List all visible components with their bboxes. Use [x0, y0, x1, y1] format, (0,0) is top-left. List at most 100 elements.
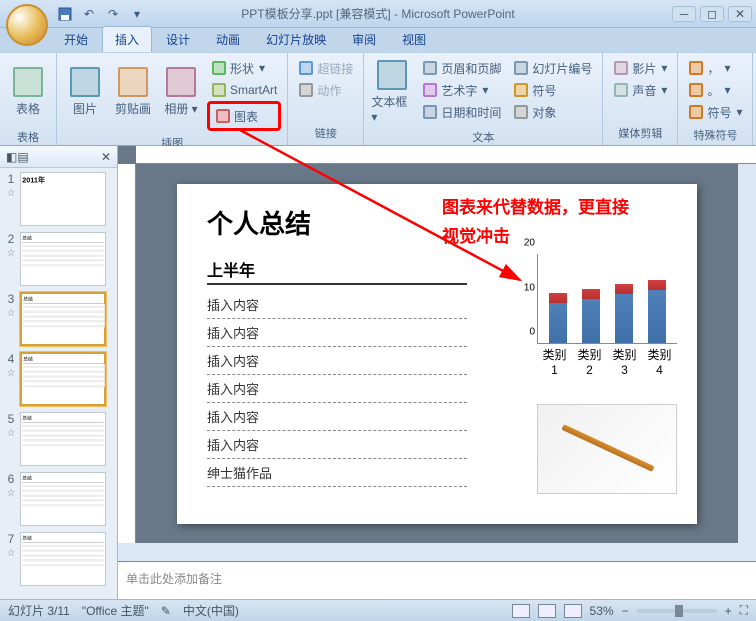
slide-section[interactable]: 上半年 — [207, 257, 467, 285]
slidenum-button[interactable]: 幻灯片编号 — [509, 57, 596, 79]
thumbnail-6[interactable]: 总结 — [20, 472, 106, 526]
comma-button[interactable]: ，▾ — [684, 57, 746, 79]
thumbnail-4[interactable]: 总结 — [20, 352, 106, 406]
textbox-button[interactable]: 文本框 ▾ — [370, 57, 414, 125]
period-button[interactable]: 。▾ — [684, 79, 746, 101]
tab-animations[interactable]: 动画 — [204, 27, 252, 52]
save-icon[interactable] — [56, 5, 74, 23]
slide-thumbnails-panel: ◧▤✕ 1☆2011年2☆总结3☆总结4☆总结5☆总结6☆总结7☆总结 — [0, 146, 118, 599]
window-title: PPT模板分享.ppt [兼容模式] - Microsoft PowerPoin… — [241, 5, 514, 22]
smartart-icon — [211, 82, 227, 98]
comma-icon — [688, 60, 704, 76]
status-bar: 幻灯片 3/11 "Office 主题" ✎ 中文(中国) 53% − + ⛶ — [0, 599, 756, 621]
table-button[interactable]: 表格 — [6, 57, 50, 125]
notes-pane[interactable]: 单击此处添加备注 — [118, 561, 756, 599]
clipart-button[interactable]: 剪贴画 — [111, 57, 155, 125]
zoom-slider[interactable] — [637, 609, 717, 613]
table-icon — [12, 66, 44, 98]
picture-icon — [69, 66, 101, 98]
close-button[interactable]: ✕ — [728, 6, 752, 22]
slide-content-item[interactable]: 插入内容 — [207, 319, 467, 347]
slide-content-item[interactable]: 插入内容 — [207, 375, 467, 403]
thumbnails-list[interactable]: 1☆2011年2☆总结3☆总结4☆总结5☆总结6☆总结7☆总结 — [0, 168, 117, 599]
slidenum-icon — [513, 60, 529, 76]
annotation-text-1: 图表来代替数据，更直接 — [442, 193, 629, 218]
sound-button[interactable]: 声音▾ — [609, 79, 671, 101]
smartart-button[interactable]: SmartArt — [207, 79, 281, 101]
tab-design[interactable]: 设计 — [154, 27, 202, 52]
vertical-scrollbar[interactable] — [738, 164, 756, 543]
slide-content-item[interactable]: 插入内容 — [207, 291, 467, 319]
album-button[interactable]: 相册 ▾ — [159, 57, 203, 125]
tab-view[interactable]: 视图 — [390, 27, 438, 52]
chart-button[interactable]: 图表 — [211, 105, 277, 127]
slide[interactable]: 个人总结 上半年 插入内容插入内容插入内容插入内容插入内容插入内容绅士猫作品 0… — [177, 184, 697, 524]
thumbnail-7[interactable]: 总结 — [20, 532, 106, 586]
symbols-icon — [688, 104, 704, 120]
symbols-button[interactable]: 符号▾ — [684, 101, 746, 123]
thumbnail-2[interactable]: 总结 — [20, 232, 106, 286]
thumbnail-5[interactable]: 总结 — [20, 412, 106, 466]
undo-icon[interactable]: ↶ — [80, 5, 98, 23]
thumbnail-1[interactable]: 2011年 — [20, 172, 106, 226]
office-button[interactable] — [6, 4, 48, 46]
spellcheck-icon[interactable]: ✎ — [161, 604, 171, 618]
qat-dropdown-icon[interactable]: ▾ — [128, 5, 146, 23]
thumbnail-3[interactable]: 总结 — [20, 292, 106, 346]
album-icon — [165, 66, 197, 98]
wordart-icon — [422, 82, 438, 98]
sound-icon — [613, 82, 629, 98]
slide-chart[interactable]: 01020 类别1类别2类别3类别4 — [517, 254, 677, 377]
horizontal-scrollbar[interactable] — [118, 543, 756, 561]
slide-content-item[interactable]: 插入内容 — [207, 431, 467, 459]
vertical-ruler[interactable] — [118, 164, 136, 543]
zoom-level[interactable]: 53% — [590, 604, 614, 618]
slide-canvas[interactable]: 个人总结 上半年 插入内容插入内容插入内容插入内容插入内容插入内容绅士猫作品 0… — [136, 164, 738, 543]
datetime-button[interactable]: 日期和时间 — [418, 101, 505, 123]
quick-access-toolbar: ↶ ↷ ▾ — [56, 5, 146, 23]
header-button[interactable]: 页眉和页脚 — [418, 57, 505, 79]
status-language[interactable]: 中文(中国) — [183, 602, 239, 619]
symbol-button[interactable]: 符号 — [509, 79, 596, 101]
redo-icon[interactable]: ↷ — [104, 5, 122, 23]
tab-home[interactable]: 开始 — [52, 27, 100, 52]
slideshow-view-button[interactable] — [564, 604, 582, 618]
normal-view-button[interactable] — [512, 604, 530, 618]
textbox-icon — [376, 59, 408, 91]
tab-slideshow[interactable]: 幻灯片放映 — [254, 27, 338, 52]
tab-review[interactable]: 审阅 — [340, 27, 388, 52]
maximize-button[interactable]: ◻ — [700, 6, 724, 22]
zoom-in-button[interactable]: + — [725, 604, 732, 618]
group-label: 文本 — [368, 127, 598, 147]
movie-icon — [613, 60, 629, 76]
title-bar: ↶ ↷ ▾ PPT模板分享.ppt [兼容模式] - Microsoft Pow… — [0, 0, 756, 28]
shapes-icon — [211, 60, 227, 76]
action-button: 动作 — [294, 79, 357, 101]
minimize-button[interactable]: ─ — [672, 6, 696, 22]
annotation-text-2: 视觉冲击 — [442, 222, 510, 247]
fit-button[interactable]: ⛶ — [740, 603, 748, 618]
zoom-out-button[interactable]: − — [622, 604, 629, 618]
group-label: 特殊符号 — [682, 125, 748, 145]
slide-image[interactable] — [537, 404, 677, 494]
group-label: 媒体剪辑 — [607, 123, 673, 143]
slide-content-item[interactable]: 插入内容 — [207, 347, 467, 375]
movie-button[interactable]: 影片▾ — [609, 57, 671, 79]
slide-content-item[interactable]: 插入内容 — [207, 403, 467, 431]
shapes-button[interactable]: 形状▾ — [207, 57, 281, 79]
group-label: 链接 — [292, 123, 359, 143]
datetime-icon — [422, 104, 438, 120]
ribbon: 表格表格图片剪贴画相册 ▾形状▾SmartArt图表插图超链接动作链接文本框 ▾… — [0, 52, 756, 146]
object-icon — [513, 104, 529, 120]
wordart-button[interactable]: 艺术字▾ — [418, 79, 505, 101]
object-button[interactable]: 对象 — [509, 101, 596, 123]
horizontal-ruler[interactable] — [136, 146, 756, 164]
picture-button[interactable]: 图片 — [63, 57, 107, 125]
tab-insert[interactable]: 插入 — [102, 26, 152, 52]
thumbnail-tabs[interactable]: ◧▤✕ — [0, 146, 117, 168]
slide-editor-area: 个人总结 上半年 插入内容插入内容插入内容插入内容插入内容插入内容绅士猫作品 0… — [118, 146, 756, 599]
slide-content-item[interactable]: 绅士猫作品 — [207, 459, 467, 487]
sorter-view-button[interactable] — [538, 604, 556, 618]
ribbon-tabs: 开始 插入 设计 动画 幻灯片放映 审阅 视图 — [0, 28, 756, 52]
period-icon — [688, 82, 704, 98]
